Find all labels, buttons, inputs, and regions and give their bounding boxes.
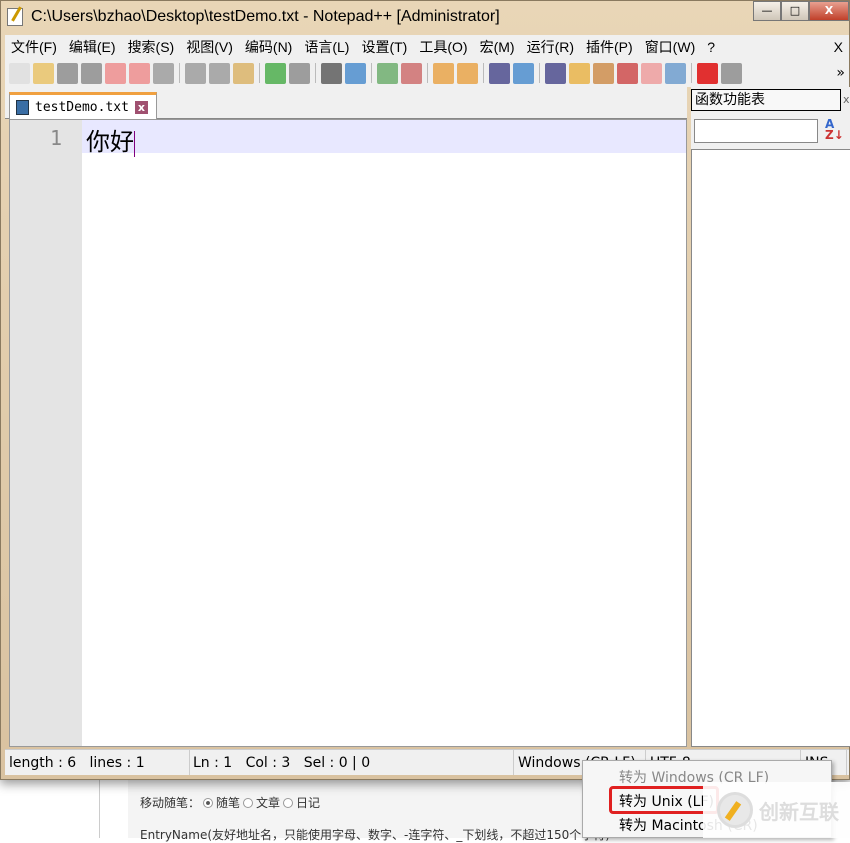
radio-label: 日记	[296, 796, 321, 810]
open-file-icon[interactable]	[33, 62, 54, 84]
status-ln: Ln : 1	[193, 755, 233, 771]
sort-az-icon[interactable]: A Z↓	[825, 118, 844, 142]
toolbar-separator	[179, 63, 180, 83]
toolbar-separator	[371, 63, 372, 83]
menu-10[interactable]: 插件(P)	[580, 37, 639, 57]
title-bar[interactable]: C:\Users\bzhao\Desktop\testDemo.txt - No…	[1, 1, 849, 35]
undo-icon[interactable]	[265, 62, 286, 84]
menu-5[interactable]: 语言(L)	[298, 37, 355, 57]
status-position: Ln : 1 Col : 3 Sel : 0 | 0	[190, 750, 514, 775]
menu-9[interactable]: 运行(R)	[521, 37, 580, 57]
menu-4[interactable]: 编码(N)	[239, 37, 298, 57]
status-lines: lines : 1	[89, 755, 145, 771]
tab-testdemo[interactable]: testDemo.txt x	[9, 92, 157, 119]
notepadpp-window: C:\Users\bzhao\Desktop\testDemo.txt - No…	[0, 0, 850, 780]
minimize-button[interactable]: —	[753, 1, 781, 21]
save-icon[interactable]	[57, 62, 78, 84]
tab-close-icon[interactable]: x	[134, 100, 148, 114]
toolbar-separator	[691, 63, 692, 83]
function-list[interactable]	[691, 149, 850, 747]
stop-record-icon[interactable]	[721, 62, 742, 84]
editor[interactable]: 1 你好	[9, 119, 687, 747]
toolbar-separator	[427, 63, 428, 83]
function-list-title: 函数功能表	[691, 89, 841, 111]
background-left-column	[0, 780, 100, 838]
copy-icon[interactable]	[209, 62, 230, 84]
tab-label: testDemo.txt	[35, 99, 129, 115]
post-type-row: 移动随笔： 随笔 文章 日记	[140, 794, 320, 811]
function-list-icon[interactable]	[617, 62, 638, 84]
window-title: C:\Users\bzhao\Desktop\testDemo.txt - No…	[31, 8, 500, 25]
monitor-icon[interactable]	[665, 62, 686, 84]
menu-8[interactable]: 宏(M)	[474, 37, 521, 57]
watermark: 创新互联	[703, 782, 850, 838]
menu-2[interactable]: 搜索(S)	[122, 37, 181, 57]
folder-workspace-icon[interactable]	[641, 62, 662, 84]
record-macro-icon[interactable]	[697, 62, 718, 84]
status-sel: Sel : 0 | 0	[303, 755, 371, 771]
toolbar: »	[5, 59, 849, 87]
panel-close-icon[interactable]: x	[843, 93, 850, 106]
toolbar-overflow-icon[interactable]: »	[836, 65, 845, 81]
toolbar-separator	[315, 63, 316, 83]
paste-icon[interactable]	[233, 62, 254, 84]
menu-1[interactable]: 编辑(E)	[63, 37, 122, 57]
doc-map-icon[interactable]	[593, 62, 614, 84]
close-button[interactable]: X	[809, 1, 849, 21]
file-saved-icon	[16, 99, 29, 115]
toolbar-separator	[259, 63, 260, 83]
radio-label: 随笔	[216, 796, 241, 810]
indent-guide-icon[interactable]	[545, 62, 566, 84]
line-number: 1	[49, 126, 62, 150]
status-col: Col : 3	[245, 755, 291, 771]
menu-0[interactable]: 文件(F)	[5, 37, 63, 57]
radio-riji[interactable]	[283, 797, 294, 808]
sync-vertical-icon[interactable]	[433, 62, 454, 84]
watermark-logo-icon	[717, 792, 753, 828]
menu-7[interactable]: 工具(O)	[413, 37, 473, 57]
line-number-gutter: 1	[10, 120, 82, 746]
zoom-out-icon[interactable]	[401, 62, 422, 84]
user-defined-lang-icon[interactable]	[569, 62, 590, 84]
document-close-button[interactable]: X	[828, 39, 849, 55]
radio-suibi[interactable]	[203, 797, 214, 808]
status-length-lines: length : 6 lines : 1	[5, 750, 190, 775]
show-all-chars-icon[interactable]	[513, 62, 534, 84]
menu-3[interactable]: 视图(V)	[180, 37, 239, 57]
editor-text[interactable]: 你好	[86, 122, 135, 157]
function-list-panel: 函数功能表 x A Z↓	[691, 87, 850, 747]
entry-name-label: EntryName(友好地址名，只能使用字母、数字、-连字符、_下划线，不超过1…	[140, 828, 610, 842]
sort-z: Z↓	[825, 128, 844, 142]
zoom-in-icon[interactable]	[377, 62, 398, 84]
post-type-label: 移动随笔：	[140, 796, 201, 810]
radio-label: 文章	[256, 796, 281, 810]
current-line-highlight	[82, 120, 686, 153]
new-file-icon[interactable]	[9, 62, 30, 84]
find-icon[interactable]	[321, 62, 342, 84]
radio-wenzhang[interactable]	[243, 797, 254, 808]
close-icon[interactable]	[105, 62, 126, 84]
notepad-icon	[7, 8, 23, 26]
redo-icon[interactable]	[289, 62, 310, 84]
sync-horizontal-icon[interactable]	[457, 62, 478, 84]
function-search-input[interactable]	[694, 119, 818, 143]
menu-bar: 文件(F) 编辑(E) 搜索(S) 视图(V) 编码(N) 语言(L) 设置(T) 工具(O)…	[5, 35, 849, 59]
menu-11[interactable]: 窗口(W)	[639, 37, 702, 57]
menu-12[interactable]: ?	[701, 39, 721, 55]
print-icon[interactable]	[153, 62, 174, 84]
watermark-text: 创新互联	[759, 799, 839, 824]
save-all-icon[interactable]	[81, 62, 102, 84]
menu-6[interactable]: 设置(T)	[355, 37, 413, 57]
close-all-icon[interactable]	[129, 62, 150, 84]
cut-icon[interactable]	[185, 62, 206, 84]
toolbar-separator	[539, 63, 540, 83]
tab-bar: testDemo.txt x	[5, 87, 687, 119]
maximize-button[interactable]: □	[781, 1, 809, 21]
word-wrap-icon[interactable]	[489, 62, 510, 84]
status-length: length : 6	[9, 755, 77, 771]
replace-icon[interactable]	[345, 62, 366, 84]
toolbar-separator	[483, 63, 484, 83]
